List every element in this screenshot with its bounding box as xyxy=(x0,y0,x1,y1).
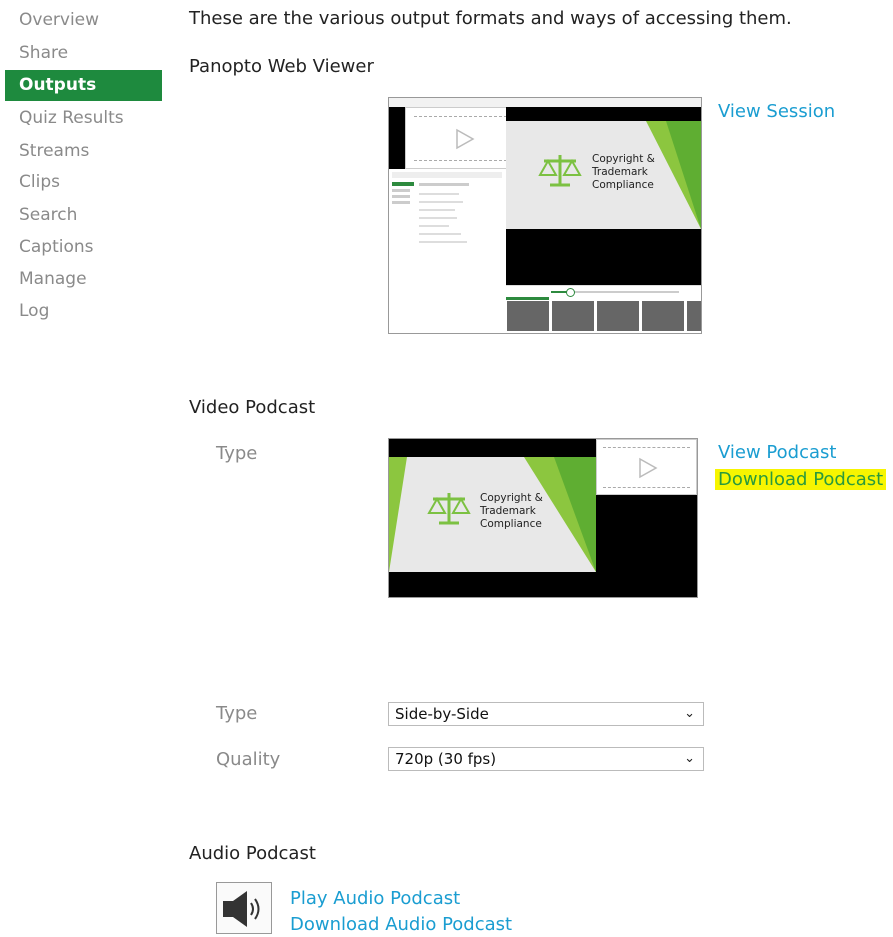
sidebar-item-quiz-results[interactable]: Quiz Results xyxy=(5,103,162,134)
play-audio-podcast-link[interactable]: Play Audio Podcast xyxy=(290,888,460,909)
secondary-video xyxy=(405,107,521,169)
sidebar-item-share[interactable]: Share xyxy=(5,38,162,69)
slide-title: Copyright & Trademark Compliance xyxy=(592,153,655,191)
audio-podcast-title: Audio Podcast xyxy=(189,843,316,864)
sidebar-item-search[interactable]: Search xyxy=(5,200,162,231)
sidebar-item-manage[interactable]: Manage xyxy=(5,264,162,295)
scale-icon xyxy=(427,493,471,525)
chevron-down-icon: ⌄ xyxy=(684,706,695,721)
secondary-video xyxy=(596,439,697,495)
sidebar-item-overview[interactable]: Overview xyxy=(5,5,162,36)
speaker-icon[interactable] xyxy=(216,882,272,934)
quality-label: Quality xyxy=(216,749,281,770)
quality-select[interactable]: 720p (30 fps) ⌄ xyxy=(388,747,704,771)
chevron-down-icon: ⌄ xyxy=(684,751,695,766)
video-podcast-type-label: Type xyxy=(216,443,258,464)
view-podcast-link[interactable]: View Podcast xyxy=(718,442,836,463)
viewer-black-strip xyxy=(389,107,405,169)
web-viewer-thumbnail[interactable]: Copyright & Trademark Compliance xyxy=(388,97,702,334)
outline-pane xyxy=(389,169,507,332)
sidebar-item-log[interactable]: Log xyxy=(5,296,162,327)
page-description: These are the various output formats and… xyxy=(189,8,792,29)
sidebar-item-captions[interactable]: Captions xyxy=(5,232,162,263)
web-viewer-title: Panopto Web Viewer xyxy=(189,56,374,77)
type-label: Type xyxy=(216,703,258,724)
video-podcast-thumbnail[interactable]: Copyright & Trademark Compliance xyxy=(388,438,698,598)
scale-icon xyxy=(538,155,582,187)
download-podcast-link[interactable]: Download Podcast xyxy=(715,469,887,490)
view-session-link[interactable]: View Session xyxy=(718,101,835,122)
play-icon xyxy=(639,457,658,479)
type-select[interactable]: Side-by-Side ⌄ xyxy=(388,702,704,726)
sidebar-item-streams[interactable]: Streams xyxy=(5,136,162,167)
thumbnail-strip xyxy=(506,297,701,333)
sidebar-item-clips[interactable]: Clips xyxy=(5,167,162,198)
play-icon xyxy=(456,128,475,150)
download-audio-podcast-link[interactable]: Download Audio Podcast xyxy=(290,914,512,935)
slide-title: Copyright & Trademark Compliance xyxy=(480,492,543,530)
video-podcast-title: Video Podcast xyxy=(189,397,316,418)
sidebar-item-outputs[interactable]: Outputs xyxy=(5,70,162,101)
main-video-area: Copyright & Trademark Compliance xyxy=(506,107,701,285)
